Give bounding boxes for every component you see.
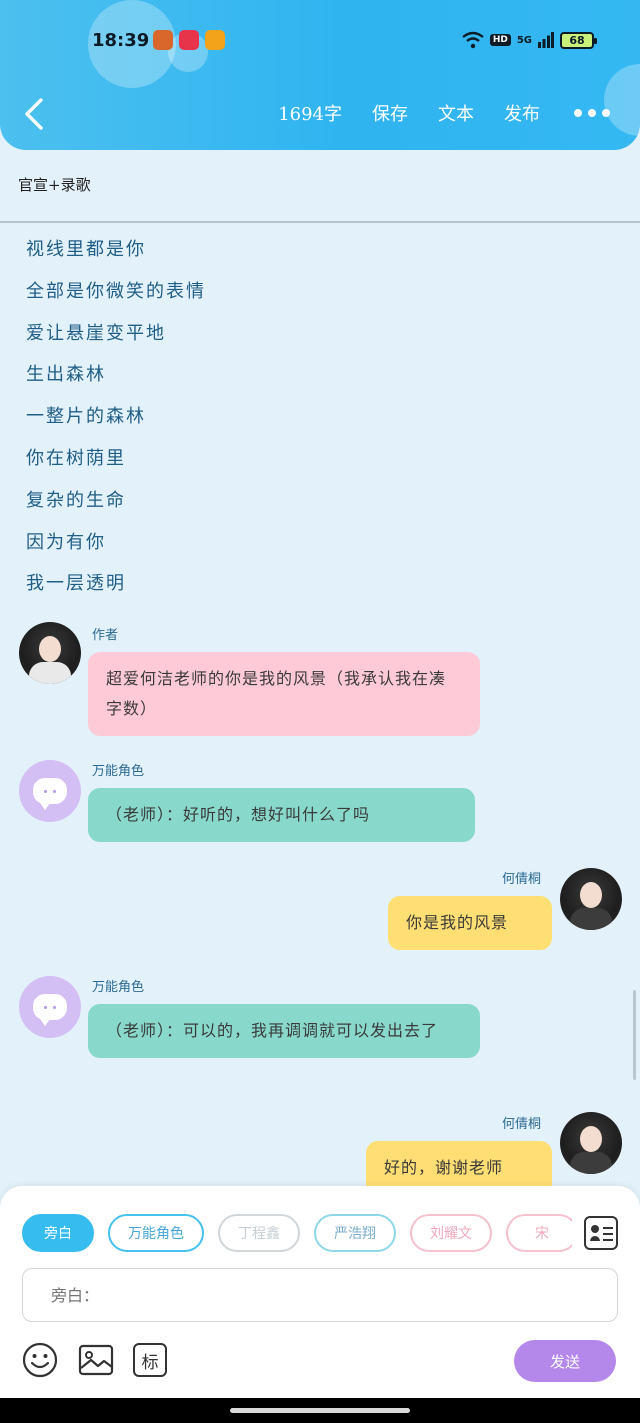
avatar-body [570,908,612,930]
sender-name: 作者 [92,628,119,643]
battery-icon: 68 [560,31,597,49]
avatar-body [29,662,71,684]
avatar-body [570,1152,612,1174]
avatar-face [580,1126,602,1152]
lyric-line: 全部是你微笑的表情 [26,280,206,302]
emoji-button[interactable] [22,1342,58,1378]
chat-bubble-icon [33,994,67,1026]
decor-bubble-right [604,64,640,136]
lyric-line: 生出森林 [26,364,106,386]
contact-card-icon [591,1225,599,1233]
chat-bubble[interactable]: 你是我的风景 [388,896,552,950]
game-app-icon [153,30,173,50]
sender-name: 万能角色 [92,764,145,779]
sender-name: 何倩桐 [502,1117,542,1132]
smiley-icon [22,1342,58,1378]
weibo-app-icon [205,30,225,50]
composer-panel: 旁白 万能角色 丁程鑫 严浩翔 刘耀文 宋 标 发送 [0,1186,640,1423]
dot-icon [602,109,610,117]
lyric-line: 我一层透明 [26,573,126,595]
image-button[interactable] [78,1342,114,1378]
home-indicator[interactable] [230,1408,410,1413]
lyrics-block: 视线里都是你 全部是你微笑的表情 爱让悬崖变平地 生出森林 一整片的森林 你在树… [26,236,206,612]
lyric-line: 因为有你 [26,531,106,553]
user-avatar[interactable] [560,1112,622,1174]
lyric-line: 你在树荫里 [26,447,126,469]
lyric-line: 爱让悬崖变平地 [26,322,166,344]
user-avatar[interactable] [560,868,622,930]
status-app-icons [153,30,225,50]
story-title[interactable]: 官宣+录歌 [18,174,91,195]
image-icon [78,1344,114,1376]
author-avatar[interactable] [19,622,81,684]
dot-icon [588,109,596,117]
avatar-face [39,636,61,662]
role-chip[interactable]: 刘耀文 [410,1214,492,1252]
story-title-bar: 官宣+录歌 [0,150,640,223]
text-button[interactable]: 文本 [438,100,474,126]
avatar-face [580,882,602,908]
role-chip-narrator[interactable]: 旁白 [22,1214,94,1252]
hd-badge: HD [489,34,511,46]
chat-bubble[interactable]: （老师）：可以的，我再调调就可以发出去了 [88,1004,480,1058]
back-button[interactable] [24,97,48,131]
dot-icon [574,109,582,117]
lyric-line: 一整片的森林 [26,406,146,428]
mark-button[interactable]: 标 [133,1343,167,1377]
lyric-line: 复杂的生命 [26,489,126,511]
signal-icon [538,32,554,48]
scrollbar[interactable] [633,990,636,1080]
chat-bubble[interactable]: （老师）：好听的，想好叫什么了吗 [88,788,475,842]
header-actions: 1694字 保存 文本 发布 [278,100,540,126]
lyric-line: 视线里都是你 [26,239,146,260]
role-chip[interactable]: 丁程鑫 [218,1214,300,1252]
role-selector: 旁白 万能角色 丁程鑫 严浩翔 刘耀文 宋 [22,1214,572,1252]
status-indicators: HD 5G 68 [462,31,597,49]
more-options-button[interactable] [574,109,610,117]
universal-role-avatar[interactable] [19,976,81,1038]
top-header: 18:39 HD 5G 68 1694字 保存 文本 发布 [0,0,640,150]
sender-name: 万能角色 [92,980,145,995]
sender-name: 何倩桐 [502,872,542,887]
publish-button[interactable]: 发布 [504,100,540,126]
wifi-icon [462,31,484,49]
message-input[interactable] [23,1269,617,1321]
send-button[interactable]: 发送 [514,1340,616,1382]
chat-bubble-icon [33,778,67,810]
universal-role-avatar[interactable] [19,760,81,822]
word-count: 1694字 [278,104,342,125]
chat-bubble[interactable]: 超爱何洁老师的你是我的风景（我承认我在凑字数） [88,652,480,736]
message-input-box[interactable] [22,1268,618,1322]
role-chip[interactable]: 宋 [506,1214,572,1252]
role-card-button[interactable] [584,1216,618,1250]
shop-app-icon [179,30,199,50]
status-time: 18:39 [92,30,150,51]
role-chip[interactable]: 严浩翔 [314,1214,396,1252]
role-chip-universal[interactable]: 万能角色 [108,1214,204,1252]
network-label: 5G [516,34,532,46]
chevron-left-icon [25,98,43,130]
save-button[interactable]: 保存 [372,100,408,126]
